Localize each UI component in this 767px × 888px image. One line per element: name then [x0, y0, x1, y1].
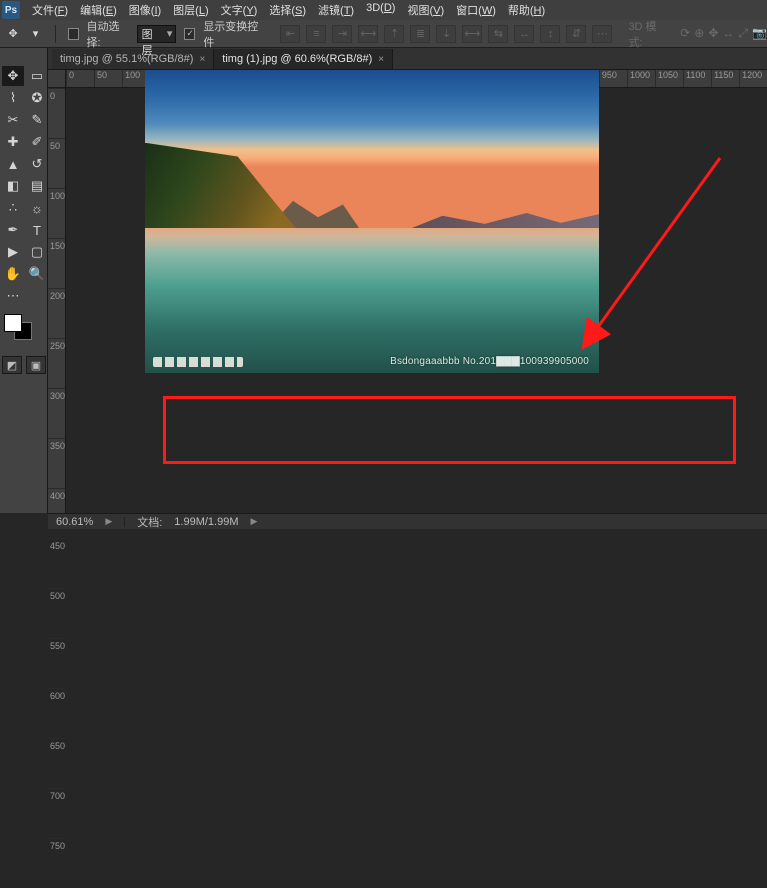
watermark-right: Bsdongaaabbb No.201▇▇▇100939905000	[390, 356, 589, 367]
3d-slide-icon: ↔	[722, 26, 734, 41]
move-tool[interactable]: ✥	[2, 66, 24, 86]
menu-s[interactable]: 选择(S)	[263, 0, 312, 20]
3d-mode-label: 3D 模式:	[628, 18, 666, 50]
align-button-11[interactable]: ⇵	[566, 25, 586, 43]
move-tool-icon: ✥	[6, 26, 20, 42]
3d-mode-icons: ⟳ ⊕ ✥ ↔ ⤢ 📷	[680, 26, 767, 41]
menu-w[interactable]: 窗口(W)	[450, 0, 502, 20]
watermark-left	[153, 357, 243, 367]
3d-roll-icon: ⊕	[694, 26, 704, 41]
zoom-tool[interactable]: 🔍	[26, 264, 48, 284]
status-bar: 60.61% ▶ 文档: 1.99M/1.99M ▶	[48, 513, 767, 529]
align-button-7[interactable]: ⟷	[462, 25, 482, 43]
stamp-tool[interactable]: ▲	[2, 154, 24, 174]
menu-t[interactable]: 滤镜(T)	[312, 0, 360, 20]
eyedropper-tool[interactable]: ✎	[26, 110, 48, 130]
quickmask-button[interactable]: ◩	[2, 356, 22, 374]
screenmode-button[interactable]: ▣	[26, 356, 46, 374]
gradient-tool[interactable]: ▤	[26, 176, 48, 196]
ruler-corner	[48, 70, 66, 88]
menu-h[interactable]: 帮助(H)	[502, 0, 551, 20]
canvas[interactable]: Bsdongaaabbb No.201▇▇▇100939905000	[145, 70, 599, 373]
foreground-color-swatch[interactable]	[4, 314, 22, 332]
document-image: Bsdongaaabbb No.201▇▇▇100939905000	[145, 70, 599, 373]
align-button-4[interactable]: ⇡	[384, 25, 404, 43]
menu-v[interactable]: 视图(V)	[401, 0, 450, 20]
align-button-2[interactable]: ⇥	[332, 25, 352, 43]
tab-title: timg.jpg @ 55.1%(RGB/8#)	[60, 53, 193, 65]
crop-tool[interactable]: ✂	[2, 110, 24, 130]
menu-f[interactable]: 文件(F)	[26, 0, 74, 20]
doc-tab-0[interactable]: timg.jpg @ 55.1%(RGB/8#) ×	[52, 49, 214, 69]
marquee-tool[interactable]: ▭	[26, 66, 48, 86]
blur-tool[interactable]: ∴	[2, 198, 24, 218]
options-bar: ✥ ▾ 自动选择: 图层 显示变换控件 ⇤ ≡ ⇥ ⟷ ⇡ ≣ ⇣ ⟷ ⇆ ↔ ↕ ⇵ ⋯ 3D 模式:…	[0, 20, 767, 48]
type-tool[interactable]: T	[26, 220, 48, 240]
3d-scale-icon: ⤢	[738, 26, 748, 41]
align-button-0[interactable]: ⇤	[280, 25, 300, 43]
status-doc-label: 文档:	[137, 514, 162, 530]
show-transform-checkbox[interactable]	[184, 28, 195, 40]
close-icon[interactable]: ×	[199, 54, 205, 65]
align-button-12[interactable]: ⋯	[592, 25, 612, 43]
auto-select-label: 自动选择:	[87, 18, 129, 50]
auto-select-checkbox[interactable]	[68, 28, 79, 40]
path-select-tool[interactable]: ▶	[2, 242, 24, 262]
document-tabs: timg.jpg @ 55.1%(RGB/8#)×timg (1).jpg @ …	[0, 48, 767, 70]
history-brush-tool[interactable]: ↺	[26, 154, 48, 174]
align-button-8[interactable]: ⇆	[488, 25, 508, 43]
align-button-3[interactable]: ⟷	[358, 25, 378, 43]
align-button-6[interactable]: ⇣	[436, 25, 456, 43]
heal-tool[interactable]: ✚	[2, 132, 24, 152]
shape-tool[interactable]: ▢	[26, 242, 48, 262]
tab-title: timg (1).jpg @ 60.6%(RGB/8#)	[222, 53, 372, 65]
quick-select-tool[interactable]: ✪	[26, 88, 48, 108]
eraser-tool[interactable]: ◧	[2, 176, 24, 196]
dodge-tool[interactable]: ☼	[26, 198, 48, 218]
align-button-1[interactable]: ≡	[306, 25, 326, 43]
app-logo: Ps	[2, 1, 20, 19]
lasso-tool[interactable]: ⌇	[2, 88, 24, 108]
zoom-arrow-icon[interactable]: ▶	[105, 516, 112, 527]
pen-tool[interactable]: ✒	[2, 220, 24, 240]
align-button-5[interactable]: ≣	[410, 25, 430, 43]
doc-tab-1[interactable]: timg (1).jpg @ 60.6%(RGB/8#) ×	[214, 49, 393, 69]
doc-arrow-icon[interactable]: ▶	[251, 516, 258, 527]
align-button-9[interactable]: ↔	[514, 25, 534, 43]
menu-i[interactable]: 图像(I)	[123, 0, 167, 20]
close-icon[interactable]: ×	[378, 54, 384, 65]
brush-tool[interactable]: ✐	[26, 132, 48, 152]
auto-select-dropdown[interactable]: 图层	[137, 25, 177, 43]
3d-pan-icon: ✥	[708, 26, 718, 41]
show-transform-label: 显示变换控件	[203, 18, 262, 50]
options-dropdown-icon[interactable]: ▾	[28, 26, 42, 42]
ruler-vertical: 0501001502002503003504004505005506006507…	[48, 88, 66, 513]
status-doc-values: 1.99M/1.99M	[174, 516, 238, 528]
status-zoom[interactable]: 60.61%	[56, 516, 93, 528]
more-tool[interactable]: ⋯	[2, 286, 24, 306]
3d-orbit-icon: ⟳	[680, 26, 690, 41]
align-button-10[interactable]: ↕	[540, 25, 560, 43]
hand-tool[interactable]: ✋	[2, 264, 24, 284]
menu-d[interactable]: 3D(D)	[360, 0, 401, 20]
3d-camera-icon: 📷	[752, 26, 767, 41]
toolbox: ✥▭⌇✪✂✎✚✐▲↺◧▤∴☼✒T▶▢✋🔍⋯ ◩ ▣	[0, 48, 48, 513]
color-swatches[interactable]	[0, 306, 47, 354]
